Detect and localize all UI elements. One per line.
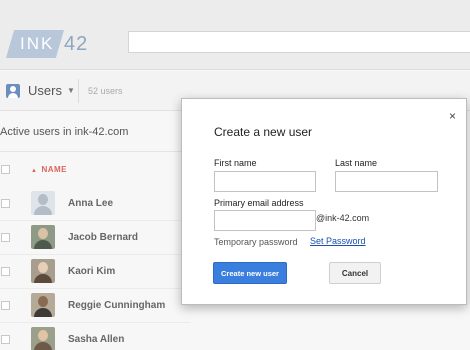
user-row-anna-lee[interactable]: Anna Lee	[0, 187, 190, 221]
user-name: Reggie Cunningham	[68, 300, 166, 311]
ink42-logo[interactable]: INK 42	[6, 30, 106, 58]
logo-ink-text: INK	[6, 30, 64, 58]
dialog-title: Create a new user	[214, 125, 313, 139]
create-user-dialog: × Create a new user First name Last name…	[181, 98, 467, 305]
list-subheading: Active users in ink-42.com	[0, 126, 129, 138]
chevron-down-icon: ▼	[66, 86, 75, 95]
user-name: Kaori Kim	[68, 266, 116, 277]
close-icon[interactable]: ×	[449, 109, 456, 123]
name-column-header[interactable]: ▲ NAME	[31, 165, 67, 174]
cancel-button[interactable]: Cancel	[329, 262, 381, 284]
row-checkbox[interactable]	[1, 199, 10, 208]
avatar	[31, 259, 55, 283]
email-field[interactable]	[214, 210, 316, 231]
create-user-button[interactable]: Create new user	[213, 262, 287, 284]
first-name-field[interactable]	[214, 171, 316, 192]
user-name: Jacob Bernard	[68, 232, 139, 243]
temporary-password-label: Temporary password	[214, 237, 298, 247]
users-menu-label: Users	[28, 83, 62, 98]
logo-number-text: 42	[64, 33, 89, 55]
row-checkbox[interactable]	[1, 335, 10, 344]
sort-ascending-icon: ▲	[31, 168, 38, 174]
user-name: Sasha Allen	[68, 334, 125, 345]
name-column-label: NAME	[41, 165, 68, 174]
search-input[interactable]	[128, 31, 470, 53]
top-bar: INK 42	[0, 0, 470, 70]
set-password-link[interactable]: Set Password	[310, 236, 366, 246]
user-row-jacob-bernard[interactable]: Jacob Bernard	[0, 221, 190, 255]
avatar	[31, 293, 55, 317]
first-name-label: First name	[214, 158, 257, 168]
email-label: Primary email address	[214, 198, 304, 208]
user-row-kaori-kim[interactable]: Kaori Kim	[0, 255, 190, 289]
select-all-checkbox[interactable]	[1, 165, 10, 174]
avatar	[31, 225, 55, 249]
users-menu-button[interactable]: Users ▼	[6, 83, 75, 98]
row-checkbox[interactable]	[1, 267, 10, 276]
row-checkbox[interactable]	[1, 233, 10, 242]
avatar	[31, 327, 55, 350]
toolbar-divider	[78, 79, 79, 103]
user-row-sasha-allen[interactable]: Sasha Allen	[0, 323, 190, 350]
user-row-reggie-cunningham[interactable]: Reggie Cunningham	[0, 289, 190, 323]
last-name-label: Last name	[335, 158, 378, 168]
last-name-field[interactable]	[335, 171, 438, 192]
placeholder-avatar-icon	[31, 191, 55, 215]
email-domain-suffix: @ink-42.com	[316, 213, 370, 223]
row-checkbox[interactable]	[1, 301, 10, 310]
list-divider	[0, 151, 190, 152]
user-icon	[6, 83, 20, 98]
user-count: 52 users	[88, 86, 123, 96]
user-name: Anna Lee	[68, 198, 114, 209]
